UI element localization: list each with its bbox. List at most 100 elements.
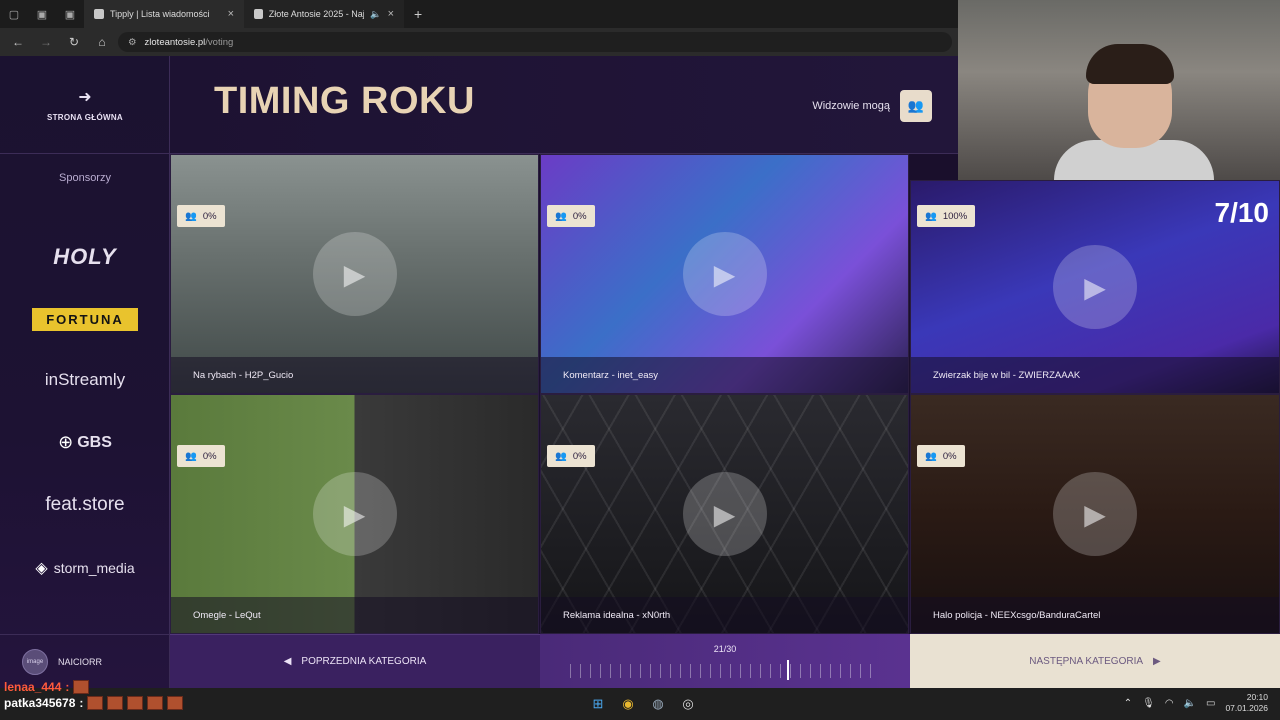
emote-icon <box>87 696 104 710</box>
steam-icon[interactable]: ◍ <box>646 692 670 716</box>
users-icon: 👥 <box>555 210 567 222</box>
screen: ▢ ▣ ▣ Tipply | Lista wiadomości × Złote … <box>0 0 1280 720</box>
forward-icon[interactable]: → <box>34 30 58 54</box>
sponsor-gbs[interactable]: ⊕ GBS <box>0 432 170 453</box>
zlote-antosie-favicon-icon <box>254 9 263 19</box>
home-link[interactable]: ➜ STRONA GŁÓWNA <box>0 56 170 154</box>
previous-category-label: POPRZEDNIA KATEGORIA <box>301 656 427 667</box>
sponsors-title: Sponsorzy <box>59 172 111 184</box>
taskbar-apps: ⊞ ◉ ◍ ◎ <box>586 692 700 716</box>
nominee-tile[interactable]: 👥 0% ▶ Reklama idealna - xN0rth <box>540 394 909 634</box>
vote-percent-badge: 👥 0% <box>177 445 225 467</box>
volume-icon[interactable]: 🔈 <box>1184 698 1196 709</box>
sponsor-instreamly[interactable]: inStreamly <box>0 370 170 390</box>
chat-username: patka345678 <box>4 696 76 710</box>
browser-tabbar: ▢ ▣ ▣ Tipply | Lista wiadomości × Złote … <box>0 0 960 28</box>
chat-message: lenaa_444: <box>4 680 183 694</box>
viewers-button[interactable]: 👥 <box>900 90 932 122</box>
progress-marker <box>787 660 789 680</box>
nominee-caption: Na rybach - H2P_Gucio <box>171 357 538 393</box>
users-icon: 👥 <box>925 450 937 462</box>
gbs-logo: GBS <box>77 433 112 451</box>
chat-message: patka345678: <box>4 696 184 710</box>
nominee-tile[interactable]: 👥 100% 7/10 ▶ Zwierzak bije w bil - ZWIER… <box>910 180 1280 394</box>
category-header: TIMING ROKU Widzowie mogą 👥 <box>170 56 958 154</box>
nominee-tile[interactable]: 👥 0% ▶ Komentarz - inet_easy <box>540 154 909 394</box>
category-counter: 21/30 <box>713 644 737 654</box>
users-icon: 👥 <box>185 210 197 222</box>
users-icon: 👥 <box>185 450 197 462</box>
category-title: TIMING ROKU <box>214 80 475 122</box>
pinned-tab-icon[interactable]: ▣ <box>28 0 56 28</box>
category-progress: 21/30 <box>540 634 910 688</box>
reload-icon[interactable]: ↻ <box>62 30 86 54</box>
play-icon[interactable]: ▶ <box>1053 472 1137 556</box>
previous-category-button[interactable]: ◀ POPRZEDNIA KATEGORIA <box>170 634 540 688</box>
rating-overlay: 7/10 <box>1214 197 1270 228</box>
nominee-tile[interactable]: 👥 0% ▶ Omegle - LeQut <box>170 394 539 634</box>
sponsor-fortuna[interactable]: FORTUNA <box>0 308 170 331</box>
close-icon[interactable]: × <box>228 8 234 20</box>
users-icon: 👥 <box>925 210 937 222</box>
nominee-tile[interactable]: 👥 0% ▶ Na rybach - H2P_Gucio <box>170 154 539 394</box>
progress-ticks <box>570 664 880 678</box>
nominee-caption: Halo policja - NEEXcsgo/BanduraCartel <box>911 597 1279 633</box>
back-icon[interactable]: ← <box>6 30 30 54</box>
clock[interactable]: 20:10 07.01.2026 <box>1225 692 1268 714</box>
obs-icon[interactable]: ◎ <box>676 692 700 716</box>
webcam-overlay <box>958 0 1280 180</box>
emote-icon <box>127 696 144 710</box>
vote-percent: 0% <box>942 450 957 462</box>
viewers-label: Widzowie mogą <box>812 100 890 112</box>
vote-percent-badge: 👥 0% <box>917 445 965 467</box>
tab-tipply[interactable]: Tipply | Lista wiadomości × <box>84 0 244 28</box>
vote-percent: 0% <box>202 210 217 222</box>
speaker-icon[interactable]: 🔈 <box>370 9 381 20</box>
new-tab-button[interactable]: + <box>404 6 432 22</box>
chevron-up-icon[interactable]: ⌃ <box>1124 698 1132 709</box>
browser-navbar: ← → ↻ ⌂ ⚙ zloteantosie.pl/voting <box>0 28 960 56</box>
holy-logo: HOLY <box>53 244 117 269</box>
home-icon[interactable]: ⌂ <box>90 30 114 54</box>
emote-icon <box>73 680 90 694</box>
play-icon[interactable]: ▶ <box>1053 245 1137 329</box>
url-host: zloteantosie.pl <box>144 36 206 48</box>
windows-start-icon[interactable]: ⊞ <box>586 692 610 716</box>
play-icon[interactable]: ▶ <box>312 472 397 556</box>
avatar: image <box>22 648 48 675</box>
tipply-favicon-icon <box>94 9 104 19</box>
microphone-icon[interactable]: 🎙 <box>1142 698 1155 709</box>
wifi-icon[interactable]: ◠ <box>1165 698 1174 709</box>
nominee-tile[interactable]: 👥 0% ▶ Halo policja - NEEXcsgo/BanduraCar… <box>910 394 1280 634</box>
tab-title: Złote Antosie 2025 - Najwię <box>268 9 365 19</box>
emote-icon <box>107 696 124 710</box>
chat-username: lenaa_444 <box>4 680 62 694</box>
tab-zlote-antosie[interactable]: Złote Antosie 2025 - Najwię 🔈 × <box>244 0 404 28</box>
play-icon[interactable]: ▶ <box>312 232 397 316</box>
clock-time: 20:10 <box>1246 692 1268 702</box>
vote-percent-badge: 👥 100% <box>917 205 976 227</box>
play-icon[interactable]: ▶ <box>682 472 767 556</box>
vote-percent-badge: 👥 0% <box>547 445 595 467</box>
arrow-left-icon: ➜ <box>78 89 92 106</box>
close-icon[interactable]: × <box>388 8 394 20</box>
emote-icon <box>147 696 164 710</box>
gbs-mark-icon: ⊕ <box>58 432 74 452</box>
username: NAICIORR <box>58 656 103 667</box>
pinned-tab-icon[interactable]: ▢ <box>0 0 28 28</box>
sponsor-featstore[interactable]: feat.store <box>0 494 170 516</box>
featstore-logo: feat.store <box>45 494 125 515</box>
pinned-tab-icon[interactable]: ▣ <box>56 0 84 28</box>
chrome-icon[interactable]: ◉ <box>616 692 640 716</box>
battery-icon[interactable]: ▭ <box>1206 698 1215 709</box>
tab-title: Tipply | Lista wiadomości <box>110 9 210 19</box>
next-category-button[interactable]: NASTĘPNA KATEGORIA ▶ <box>910 634 1280 688</box>
site-info-icon[interactable]: ⚙ <box>128 37 137 48</box>
users-icon: 👥 <box>555 450 567 462</box>
address-bar[interactable]: ⚙ zloteantosie.pl/voting <box>118 32 952 52</box>
instreamly-logo: inStreamly <box>44 370 126 389</box>
system-tray: ⌃ 🎙 ◠ 🔈 ▭ 20:10 07.01.2026 <box>1124 692 1268 714</box>
sponsor-storm-media[interactable]: ◈ storm_media <box>0 558 170 578</box>
play-icon[interactable]: ▶ <box>682 232 767 316</box>
sponsor-holy[interactable]: HOLY <box>0 244 170 270</box>
